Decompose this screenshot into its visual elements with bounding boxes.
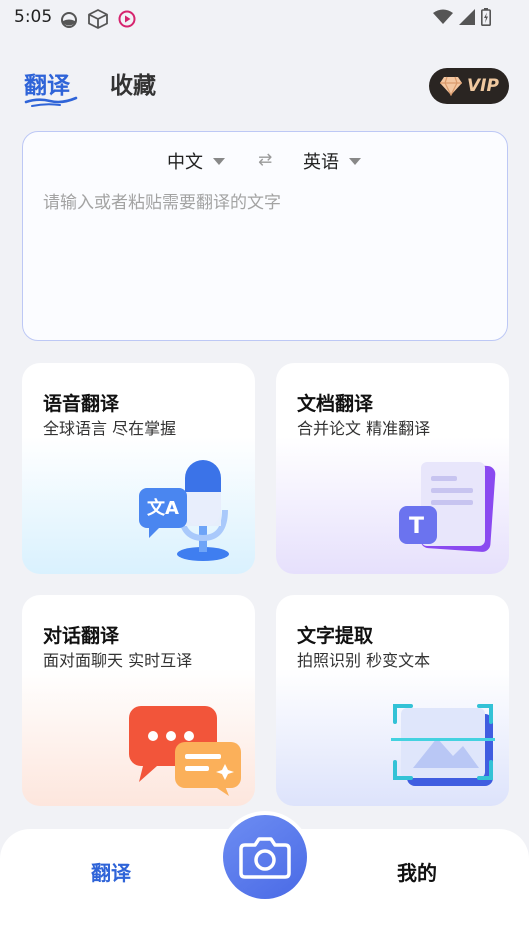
cube-icon (88, 9, 108, 29)
card-title: 语音翻译 (43, 393, 120, 415)
source-language-select[interactable]: 中文 (167, 148, 225, 174)
target-language-label: 英语 (303, 152, 339, 173)
signal-icon (459, 9, 475, 25)
diamond-icon (440, 76, 463, 96)
caret-down-icon (213, 157, 225, 165)
card-subtitle: 拍照识别 秒变文本 (297, 651, 431, 670)
status-icons-left (60, 8, 136, 30)
status-icons-right (433, 8, 491, 26)
svg-text:文A: 文A (147, 497, 179, 519)
tab-active-underline (24, 96, 78, 107)
translation-input[interactable] (43, 188, 487, 318)
nav-translate[interactable]: 翻译 (91, 857, 131, 886)
svg-text:T: T (409, 514, 424, 539)
text-extraction-card[interactable]: 文字提取 拍照识别 秒变文本 (276, 595, 509, 806)
translation-input-card: 中文 ⇄ 英语 (22, 131, 508, 341)
source-language-label: 中文 (167, 152, 203, 173)
status-time: 5:05 (14, 7, 53, 27)
dialog-translate-card[interactable]: 对话翻译 面对面聊天 实时互译 (22, 595, 255, 806)
camera-icon (239, 837, 291, 879)
status-bar: 5:05 (0, 0, 529, 36)
tab-favorites[interactable]: 收藏 (110, 66, 156, 100)
caret-down-icon (349, 157, 361, 165)
voice-translate-card[interactable]: 语音翻译 全球语言 尽在掌握 文A (22, 363, 255, 574)
chat-bubbles-icon (129, 706, 241, 796)
language-selector-row: 中文 ⇄ 英语 (23, 148, 507, 178)
swap-languages-icon[interactable]: ⇄ (258, 150, 272, 170)
vip-button[interactable]: VIP (429, 68, 509, 104)
microphone-icon: 文A (139, 460, 229, 561)
card-title: 对话翻译 (43, 625, 120, 647)
nav-mine[interactable]: 我的 (397, 857, 437, 886)
card-title: 文档翻译 (297, 393, 374, 415)
card-title: 文字提取 (297, 625, 374, 647)
tab-favorites-label: 收藏 (110, 73, 156, 99)
target-language-select[interactable]: 英语 (303, 148, 361, 174)
battery-icon (481, 8, 491, 26)
card-subtitle: 全球语言 尽在掌握 (43, 419, 177, 438)
card-subtitle: 合并论文 精准翻译 (297, 419, 431, 438)
camera-button[interactable] (223, 815, 307, 899)
drop-icon (61, 12, 77, 28)
vip-label: VIP (467, 76, 499, 96)
media-icon (118, 10, 136, 28)
wifi-icon (433, 9, 453, 24)
card-subtitle: 面对面聊天 实时互译 (43, 651, 193, 670)
tab-translate[interactable]: 翻译 (24, 66, 78, 107)
scan-image-icon (391, 704, 495, 786)
document-translate-card[interactable]: 文档翻译 合并论文 精准翻译 T (276, 363, 509, 574)
document-icon: T (399, 462, 496, 552)
top-tabs: 翻译 收藏 (24, 66, 156, 107)
